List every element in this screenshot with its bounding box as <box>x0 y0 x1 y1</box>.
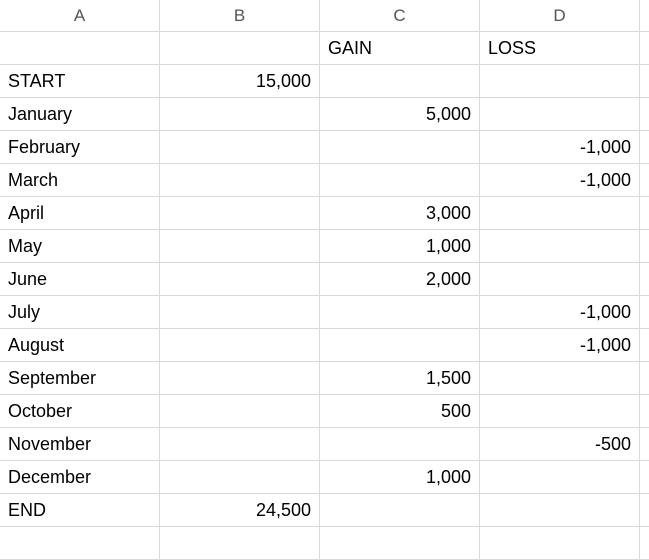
row-stub <box>640 32 649 65</box>
cell-b11[interactable] <box>160 362 320 395</box>
row-stub <box>640 230 649 263</box>
cell-c11[interactable]: 1,500 <box>320 362 480 395</box>
cell-b10[interactable] <box>160 329 320 362</box>
cell-d6[interactable] <box>480 197 640 230</box>
cell-d12[interactable] <box>480 395 640 428</box>
cell-b3[interactable] <box>160 98 320 131</box>
cell-d8[interactable] <box>480 263 640 296</box>
row-stub <box>640 428 649 461</box>
cell-c9[interactable] <box>320 296 480 329</box>
cell-d1[interactable]: LOSS <box>480 32 640 65</box>
cell-c5[interactable] <box>320 164 480 197</box>
cell-a9[interactable]: July <box>0 296 160 329</box>
cell-a8[interactable]: June <box>0 263 160 296</box>
row-stub <box>640 197 649 230</box>
cell-d16[interactable] <box>480 527 640 560</box>
cell-d10[interactable]: -1,000 <box>480 329 640 362</box>
cell-a13[interactable]: November <box>0 428 160 461</box>
spreadsheet-grid[interactable]: A B C D GAIN LOSS START 15,000 January 5… <box>0 0 649 560</box>
cell-a10[interactable]: August <box>0 329 160 362</box>
cell-a4[interactable]: February <box>0 131 160 164</box>
cell-d5[interactable]: -1,000 <box>480 164 640 197</box>
cell-b12[interactable] <box>160 395 320 428</box>
cell-c13[interactable] <box>320 428 480 461</box>
cell-c2[interactable] <box>320 65 480 98</box>
col-header-b[interactable]: B <box>160 0 320 32</box>
cell-b15[interactable]: 24,500 <box>160 494 320 527</box>
cell-c1[interactable]: GAIN <box>320 32 480 65</box>
cell-a15[interactable]: END <box>0 494 160 527</box>
cell-b13[interactable] <box>160 428 320 461</box>
cell-b2[interactable]: 15,000 <box>160 65 320 98</box>
cell-d4[interactable]: -1,000 <box>480 131 640 164</box>
cell-b16[interactable] <box>160 527 320 560</box>
cell-a6[interactable]: April <box>0 197 160 230</box>
cell-a11[interactable]: September <box>0 362 160 395</box>
row-stub <box>640 98 649 131</box>
row-stub <box>640 65 649 98</box>
cell-c16[interactable] <box>320 527 480 560</box>
row-stub <box>640 131 649 164</box>
cell-c8[interactable]: 2,000 <box>320 263 480 296</box>
cell-d14[interactable] <box>480 461 640 494</box>
row-stub <box>640 494 649 527</box>
cell-b5[interactable] <box>160 164 320 197</box>
cell-d7[interactable] <box>480 230 640 263</box>
cell-b9[interactable] <box>160 296 320 329</box>
cell-b14[interactable] <box>160 461 320 494</box>
cell-d2[interactable] <box>480 65 640 98</box>
row-stub <box>640 362 649 395</box>
cell-b4[interactable] <box>160 131 320 164</box>
cell-c4[interactable] <box>320 131 480 164</box>
row-stub <box>640 296 649 329</box>
row-stub <box>640 527 649 560</box>
col-header-d[interactable]: D <box>480 0 640 32</box>
row-stub <box>640 461 649 494</box>
cell-a16[interactable] <box>0 527 160 560</box>
cell-c12[interactable]: 500 <box>320 395 480 428</box>
cell-c7[interactable]: 1,000 <box>320 230 480 263</box>
cell-d3[interactable] <box>480 98 640 131</box>
cell-d11[interactable] <box>480 362 640 395</box>
row-stub <box>640 395 649 428</box>
cell-c14[interactable]: 1,000 <box>320 461 480 494</box>
cell-b7[interactable] <box>160 230 320 263</box>
cell-d9[interactable]: -1,000 <box>480 296 640 329</box>
cell-a1[interactable] <box>0 32 160 65</box>
cell-a14[interactable]: December <box>0 461 160 494</box>
cell-a7[interactable]: May <box>0 230 160 263</box>
cell-a5[interactable]: March <box>0 164 160 197</box>
row-stub <box>640 263 649 296</box>
cell-b1[interactable] <box>160 32 320 65</box>
cell-c3[interactable]: 5,000 <box>320 98 480 131</box>
cell-b6[interactable] <box>160 197 320 230</box>
row-stub <box>640 164 649 197</box>
row-stub <box>640 329 649 362</box>
cell-c6[interactable]: 3,000 <box>320 197 480 230</box>
col-header-c[interactable]: C <box>320 0 480 32</box>
cell-d13[interactable]: -500 <box>480 428 640 461</box>
col-header-a[interactable]: A <box>0 0 160 32</box>
cell-c15[interactable] <box>320 494 480 527</box>
cell-c10[interactable] <box>320 329 480 362</box>
cell-b8[interactable] <box>160 263 320 296</box>
cell-a12[interactable]: October <box>0 395 160 428</box>
cell-a3[interactable]: January <box>0 98 160 131</box>
cell-d15[interactable] <box>480 494 640 527</box>
cell-a2[interactable]: START <box>0 65 160 98</box>
col-header-stub <box>640 0 649 32</box>
